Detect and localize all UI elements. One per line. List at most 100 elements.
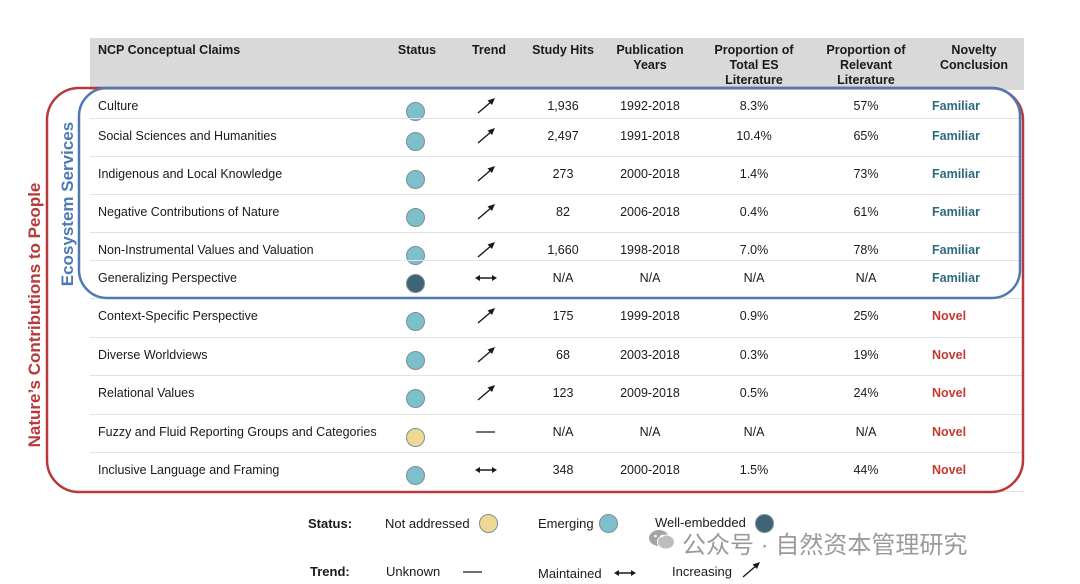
relevant-cell: 78% bbox=[853, 243, 879, 257]
legend-unknown-label: Unknown bbox=[386, 564, 441, 579]
relevant-cell: 65% bbox=[853, 129, 879, 143]
watermark-text: 公众号 · 自然资本管理研究 bbox=[682, 532, 968, 559]
novelty-conclusion-cell: Familiar bbox=[932, 271, 980, 285]
relevant-cell: 19% bbox=[853, 348, 879, 362]
novelty-conclusion-cell: Novel bbox=[932, 348, 967, 362]
total-es-cell: 0.9% bbox=[739, 309, 769, 323]
study-hits-cell: 82 bbox=[556, 205, 570, 219]
claim-cell: Negative Contributions of Nature bbox=[98, 205, 280, 219]
row-divider bbox=[90, 375, 1024, 376]
claim-cell: Diverse Worldviews bbox=[98, 348, 208, 362]
legend-not-addressed-dot bbox=[479, 514, 498, 533]
publication-years-cell: 2003-2018 bbox=[620, 348, 680, 362]
novelty-conclusion-cell: Novel bbox=[932, 309, 967, 323]
legend-not-addressed-label: Not addressed bbox=[385, 516, 470, 531]
novelty-conclusion-cell: Novel bbox=[932, 425, 967, 439]
total-es-cell: 1.4% bbox=[739, 167, 769, 181]
total-es-cell: 0.4% bbox=[739, 205, 769, 219]
status-dot bbox=[406, 274, 425, 293]
claim-cell: Relational Values bbox=[98, 386, 195, 400]
status-dot bbox=[406, 246, 425, 265]
claim-cell: Context-Specific Perspective bbox=[98, 309, 258, 323]
row-divider bbox=[90, 232, 1024, 233]
claim-cell: Fuzzy and Fluid Reporting Groups and Cat… bbox=[98, 425, 377, 439]
header-claims: NCP Conceptual Claims bbox=[98, 43, 241, 57]
publication-years-cell: 2009-2018 bbox=[620, 386, 680, 400]
increasing-trend-icon bbox=[477, 128, 495, 144]
row-divider bbox=[90, 298, 1024, 299]
study-hits-cell: N/A bbox=[552, 425, 574, 439]
header-study-hits: Study Hits bbox=[532, 43, 594, 57]
table-row: Context-Specific Perspective 175 1999-2018… bbox=[90, 302, 1024, 340]
increasing-trend-icon bbox=[477, 242, 495, 258]
legend-increasing-label: Increasing bbox=[672, 564, 732, 579]
table-row: Diverse Worldviews 68 2003-2018 0.3% 19% Nove… bbox=[90, 341, 1024, 379]
increasing-trend-icon bbox=[477, 308, 495, 324]
claim-cell: Culture bbox=[98, 99, 139, 113]
legend-trend-label: Trend: bbox=[310, 564, 350, 579]
publication-years-cell: N/A bbox=[639, 271, 661, 285]
relevant-cell: 73% bbox=[853, 167, 879, 181]
novelty-conclusion-cell: Familiar bbox=[932, 129, 980, 143]
figure-page: NCP Conceptual Claims Status Trend Study Hi… bbox=[0, 0, 1080, 584]
table-row: Social Sciences and Humanities 2,497 1991-… bbox=[90, 122, 1024, 160]
total-es-cell: 0.5% bbox=[739, 386, 769, 400]
legend-maintained-icon bbox=[614, 570, 636, 576]
total-es-cell: 1.5% bbox=[739, 463, 769, 477]
publication-years-cell: 1992-2018 bbox=[620, 99, 680, 113]
increasing-trend-icon bbox=[477, 204, 495, 220]
increasing-trend-icon bbox=[477, 347, 495, 363]
legend-status-label: Status: bbox=[308, 516, 353, 531]
increasing-trend-icon bbox=[477, 166, 495, 182]
publication-years-cell: 1991-2018 bbox=[620, 129, 680, 143]
header-total-es: Proportion of Total ES Literature bbox=[714, 43, 794, 87]
publication-years-cell: 2000-2018 bbox=[620, 463, 680, 477]
legend-unknown-icon bbox=[463, 571, 482, 573]
total-es-cell: N/A bbox=[743, 425, 765, 439]
legend-emerging-label: Emerging bbox=[538, 516, 594, 531]
publication-years-cell: 1998-2018 bbox=[620, 243, 680, 257]
study-hits-cell: 1,936 bbox=[547, 99, 579, 113]
relevant-cell: 61% bbox=[853, 205, 879, 219]
claim-cell: Generalizing Perspective bbox=[98, 271, 237, 285]
status-dot bbox=[406, 351, 425, 370]
table-row: Indigenous and Local Knowledge 273 2000-20… bbox=[90, 160, 1024, 198]
study-hits-cell: 1,660 bbox=[547, 243, 579, 257]
ncp-side-label: Nature’s Contributions to People bbox=[25, 182, 44, 448]
header-relevant: Proportion of Relevant Literature bbox=[826, 43, 906, 87]
relevant-cell: 25% bbox=[853, 309, 879, 323]
novelty-conclusion-cell: Familiar bbox=[932, 167, 980, 181]
study-hits-cell: 123 bbox=[552, 386, 574, 400]
novelty-conclusion-cell: Novel bbox=[932, 386, 967, 400]
publication-years-cell: 1999-2018 bbox=[620, 309, 680, 323]
claim-cell: Indigenous and Local Knowledge bbox=[98, 167, 283, 181]
header-trend: Trend bbox=[471, 43, 507, 57]
novelty-conclusion-cell: Novel bbox=[932, 463, 967, 477]
status-dot bbox=[406, 170, 425, 189]
maintained-trend-icon bbox=[475, 467, 497, 473]
study-hits-cell: 2,497 bbox=[547, 129, 579, 143]
row-divider bbox=[90, 414, 1024, 415]
total-es-cell: 0.3% bbox=[739, 348, 769, 362]
legend-maintained-label: Maintained bbox=[538, 566, 602, 581]
relevant-cell: N/A bbox=[855, 425, 877, 439]
relevant-cell: 57% bbox=[853, 99, 879, 113]
relevant-cell: N/A bbox=[855, 271, 877, 285]
claim-cell: Social Sciences and Humanities bbox=[98, 129, 277, 143]
row-divider bbox=[90, 260, 1024, 261]
study-hits-cell: 175 bbox=[552, 309, 574, 323]
status-dot bbox=[406, 428, 425, 447]
table-row: Negative Contributions of Nature 82 2006-2… bbox=[90, 198, 1024, 236]
status-dot bbox=[406, 389, 425, 408]
total-es-cell: 7.0% bbox=[739, 243, 769, 257]
total-es-cell: 10.4% bbox=[736, 129, 772, 143]
novelty-conclusion-cell: Familiar bbox=[932, 205, 980, 219]
study-hits-cell: 348 bbox=[552, 463, 574, 477]
status-dot bbox=[406, 132, 425, 151]
unknown-trend-icon bbox=[476, 431, 495, 433]
header-publication-years: Publication Years bbox=[616, 43, 684, 72]
header-status: Status bbox=[397, 43, 437, 57]
row-divider bbox=[90, 118, 1024, 119]
novelty-conclusion-cell: Familiar bbox=[932, 99, 980, 113]
total-es-cell: 8.3% bbox=[739, 99, 769, 113]
